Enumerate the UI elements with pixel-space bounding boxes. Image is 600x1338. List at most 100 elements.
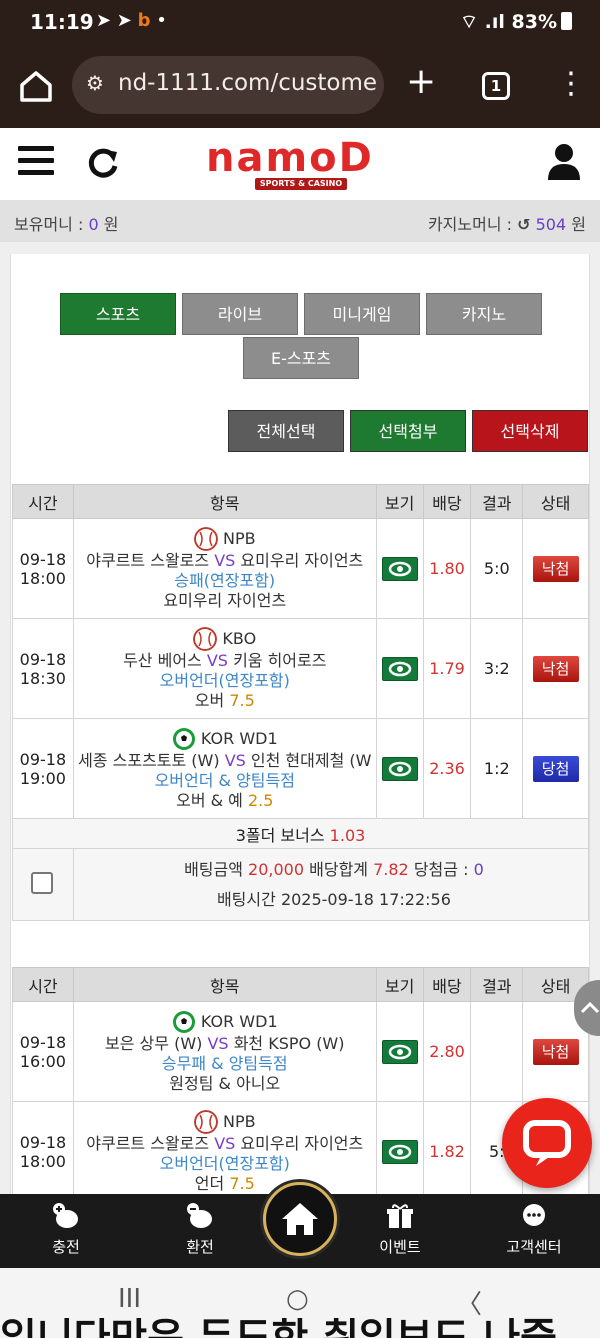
casino-money-label: 카지노머니 : — [427, 215, 513, 234]
new-tab-icon[interactable]: + — [406, 62, 436, 102]
away-team: 인천 현대제철 (W — [250, 750, 372, 770]
view-eye-button[interactable] — [381, 1139, 418, 1164]
tab-casino[interactable]: 카지노 — [426, 293, 542, 335]
away-team: 키움 히어로즈 — [233, 650, 327, 670]
soccer-ball-icon — [172, 727, 195, 750]
away-team: 화천 KSPO (W) — [233, 1033, 345, 1053]
android-home-button[interactable]: ○ — [286, 1284, 309, 1314]
game-clock: 16:00 — [19, 1051, 66, 1071]
folder-bonus: 3폴더 보너스 1.03 — [12, 818, 589, 849]
pick: 요미우리 자이언츠 — [163, 590, 287, 610]
casino-refresh-icon[interactable]: ↺ — [517, 215, 530, 234]
header-item: 항목 — [72, 484, 377, 519]
tab-switcher-button[interactable]: 1 — [482, 72, 510, 100]
select-bet-checkbox[interactable] — [31, 871, 53, 894]
game-item: KOR WD1 보은 상무 (W) VS 화천 KSPO (W) 승무패 & 양… — [72, 1001, 377, 1102]
refresh-icon[interactable] — [86, 146, 120, 180]
table-row: 09-18 16:00 KOR WD1 보은 상무 (W) VS 화천 KSPO … — [12, 1001, 589, 1102]
checkbox-cell — [12, 848, 74, 921]
site-logo[interactable]: namoD SPORTS & CASINO — [206, 138, 396, 192]
browser-home-icon[interactable] — [18, 68, 54, 104]
tab-esports[interactable]: E-스포츠 — [243, 337, 359, 379]
header-time: 시간 — [12, 967, 74, 1002]
view-eye-button[interactable] — [381, 656, 418, 681]
nav-deposit-label: 충전 — [52, 1238, 80, 1256]
nav-event[interactable]: 이벤트 — [360, 1202, 440, 1257]
money-bar: 보유머니 : 0 원 카지노머니 : ↺ 504 원 — [0, 200, 600, 242]
game-result: 5:0 — [470, 518, 524, 619]
game-item: KBO 두산 베어스 VS 키움 히어로즈 오버언더(연장포함) 오버 7.5 — [72, 618, 377, 719]
tab-sports[interactable]: 스포츠 — [60, 293, 176, 335]
nav-support-label: 고객센터 — [506, 1238, 562, 1256]
table-row: 09-18 19:00 KOR WD1 세종 스포츠토토 (W) VS 인천 현대… — [12, 718, 589, 819]
notification-icons: ➤ ➤ b • — [96, 10, 167, 31]
game-odds: 1.80 — [422, 518, 472, 619]
league-line: NPB — [74, 1109, 375, 1134]
chat-bubble-icon — [523, 1120, 571, 1166]
game-odds: 2.36 — [422, 718, 472, 819]
view-eye-button[interactable] — [381, 756, 418, 781]
bonus-row: 3폴더 보너스 1.03 — [12, 818, 589, 849]
league-line: KBO — [74, 626, 375, 651]
bet-slip-table: 시간 항목 보기 배당 결과 상태 09-18 18:00 NPB 야쿠르트 스왈… — [12, 484, 590, 921]
tab-minigame[interactable]: 미니게임 — [304, 293, 420, 335]
game-time: 09-18 18:00 — [12, 1101, 74, 1194]
nav-deposit[interactable]: 충전 — [26, 1202, 106, 1257]
scroll-up-button[interactable] — [574, 980, 600, 1036]
summary-time: 배팅시간 2025-09-18 17:22:56 — [80, 885, 588, 915]
browser-menu-icon[interactable]: ⋮ — [556, 64, 586, 104]
tab-live[interactable]: 라이브 — [182, 293, 298, 335]
chevron-up-icon — [580, 1001, 600, 1014]
league-name: NPB — [222, 1111, 256, 1131]
chat-fab-button[interactable] — [502, 1098, 592, 1188]
win-amount-label: 당첨금 : — [413, 859, 469, 879]
header-result: 결과 — [470, 967, 524, 1002]
nav-support[interactable]: 고객센터 — [494, 1202, 574, 1257]
battery-icon — [561, 12, 572, 30]
game-clock: 18:00 — [19, 1151, 66, 1171]
select-all-button[interactable]: 전체선택 — [228, 410, 344, 452]
header-time: 시간 — [12, 484, 74, 519]
market-type: 오버언더(연장포함) — [159, 1153, 290, 1173]
site-header: namoD SPORTS & CASINO — [0, 128, 600, 200]
hamburger-menu-icon[interactable] — [18, 146, 54, 178]
odds-total: 7.82 — [373, 859, 409, 879]
address-bar[interactable]: ⚙ nd-1111.com/customer — [72, 56, 384, 114]
user-account-icon[interactable] — [546, 142, 582, 182]
away-team: 요미우리 자이언츠 — [240, 1133, 364, 1153]
delete-selected-button[interactable]: 선택삭제 — [472, 410, 588, 452]
view-cell — [375, 1101, 424, 1194]
recent-apps-button[interactable]: III — [118, 1284, 141, 1314]
header-view: 보기 — [375, 967, 424, 1002]
away-team: 요미우리 자이언츠 — [240, 550, 364, 570]
attach-selected-button[interactable]: 선택첨부 — [350, 410, 466, 452]
table-row: 09-18 18:30 KBO 두산 베어스 VS 키움 히어로즈 오버언더(연장… — [12, 618, 589, 719]
status-badge: 낙첨 — [532, 1038, 579, 1065]
view-eye-button[interactable] — [381, 556, 418, 581]
pick-line: 요미우리 자이언츠 — [74, 590, 375, 611]
vs-label: VS — [214, 1133, 236, 1153]
status-right: ⌔ .ıl 83% — [460, 10, 572, 34]
status-cell: 낙첨 — [522, 618, 589, 719]
nav-withdraw[interactable]: 환전 — [160, 1202, 240, 1257]
bonus-label: 3폴더 보너스 — [235, 825, 325, 845]
home-team: 두산 베어스 — [123, 650, 202, 670]
site-settings-icon[interactable]: ⚙ — [86, 71, 104, 95]
bet-summary-row: 배팅금액 20,000 배당합계 7.82 당첨금 : 0 배팅시간 2025-… — [12, 848, 590, 921]
game-odds: 1.82 — [422, 1101, 472, 1194]
baseball-icon — [193, 1109, 218, 1134]
market-type: 승무패 & 양팀득점 — [161, 1053, 288, 1073]
league-name: NPB — [222, 528, 256, 548]
android-back-button[interactable]: 〈 — [456, 1284, 482, 1321]
home-icon — [282, 1203, 318, 1235]
view-eye-button[interactable] — [381, 1039, 418, 1064]
odds-total-label: 배당합계 — [309, 859, 369, 879]
summary-amounts: 배팅금액 20,000 배당합계 7.82 당첨금 : 0 — [80, 855, 588, 885]
game-result — [470, 1001, 524, 1102]
nav-home-button[interactable] — [263, 1182, 337, 1256]
view-cell — [375, 618, 424, 719]
game-date: 09-18 — [19, 549, 67, 569]
market-type: 오버언더 & 양팀득점 — [154, 770, 295, 790]
baseball-icon — [193, 626, 218, 651]
header-result: 결과 — [470, 484, 524, 519]
